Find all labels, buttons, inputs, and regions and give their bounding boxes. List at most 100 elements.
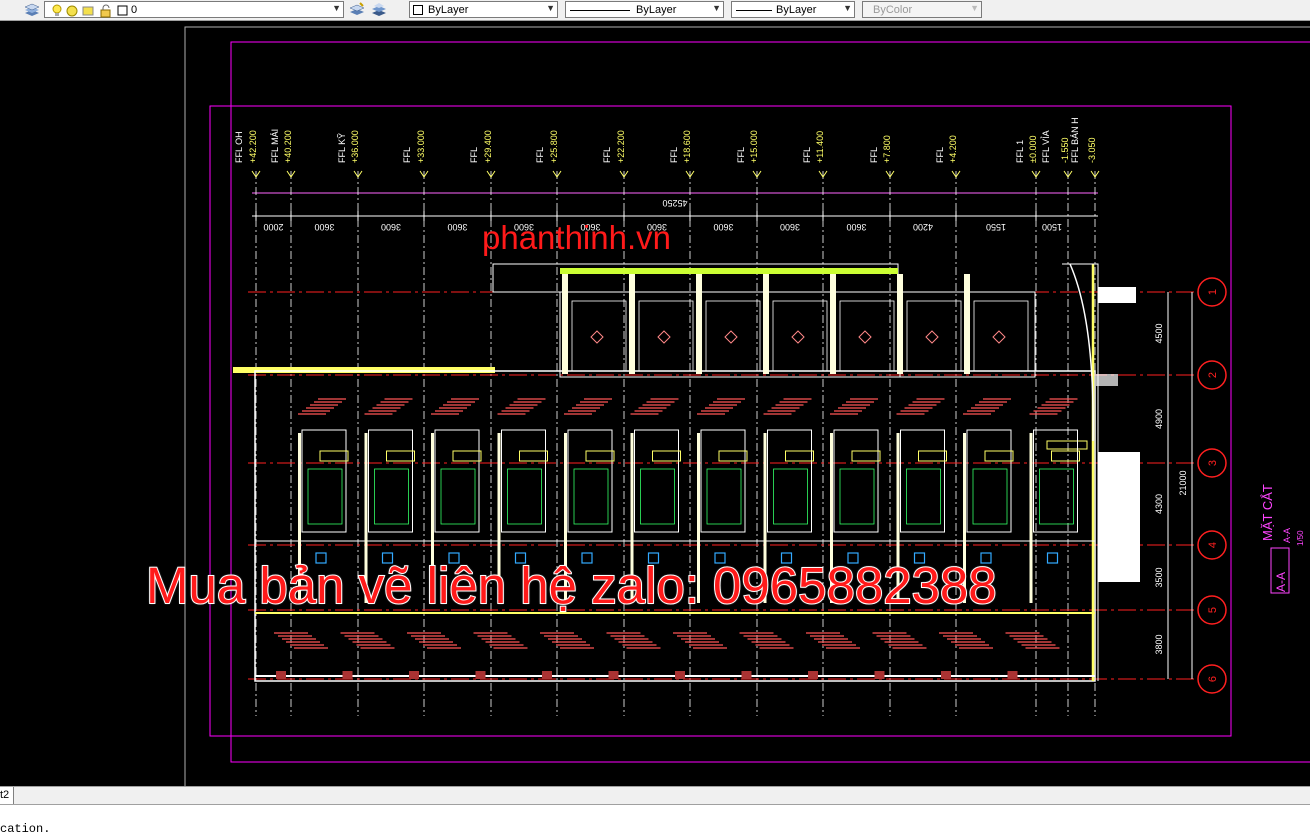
- level-label: ±0.000: [1028, 136, 1038, 163]
- building-outline: [233, 263, 1140, 682]
- room-inner: [307, 468, 343, 525]
- upper-column: [562, 274, 568, 374]
- axis-bubbles: 1 2 3 4 5 6: [1197, 277, 1227, 694]
- axis-label: 4: [1207, 542, 1219, 548]
- level-label: FFL 1: [1015, 140, 1025, 163]
- make-current-layer-icon[interactable]: [347, 1, 367, 18]
- footing: [1007, 671, 1018, 679]
- window: [585, 450, 615, 462]
- footing: [342, 671, 353, 679]
- side-dim: 4500: [1154, 323, 1164, 343]
- upper-room: [906, 300, 962, 372]
- level-label: -3.050: [1087, 137, 1097, 163]
- level-markers: FFL OH +42.200 FFL MÁI +40.200 FFL KỸ +36.000…: [234, 117, 1100, 178]
- level-label: +36.000: [350, 130, 360, 163]
- lightbulb-icon: [51, 4, 65, 18]
- linetype-sample: [570, 10, 630, 11]
- upper-column: [897, 274, 903, 374]
- upper-tag: [590, 330, 604, 344]
- unit-module: [872, 398, 947, 679]
- room-wall: [368, 429, 413, 533]
- window: [851, 450, 881, 462]
- tab-layout2[interactable]: t2: [0, 787, 15, 804]
- command-line[interactable]: cation.: [0, 804, 1310, 837]
- axis-label: 3: [1207, 460, 1219, 466]
- layer-previous-icon[interactable]: [369, 1, 389, 18]
- bay-dim: 3600: [713, 222, 733, 232]
- room-wall: [767, 429, 812, 533]
- level-label: +29.400: [483, 130, 493, 163]
- lock-icon: [99, 4, 113, 18]
- level-label: FFL BÁN H: [1070, 117, 1080, 163]
- linetype-dropdown[interactable]: ByLayer ▼: [565, 1, 724, 18]
- unit-module: [673, 398, 748, 679]
- upper-column: [629, 274, 635, 374]
- level-label: FFL: [535, 147, 545, 163]
- room-wall: [634, 429, 679, 533]
- layer-states-icon[interactable]: [22, 1, 42, 18]
- total-side-dim: 21000: [1178, 470, 1188, 495]
- bay-dim: 3600: [846, 222, 866, 232]
- level-label: FFL: [802, 147, 812, 163]
- room-wall: [900, 429, 945, 533]
- level-label: +40.200: [283, 130, 293, 163]
- room-wall: [700, 429, 746, 533]
- room-inner: [706, 468, 742, 525]
- plotstyle-dropdown[interactable]: ByColor ▼: [862, 1, 982, 18]
- linetype-value: ByLayer: [636, 4, 677, 16]
- level-label: FFL: [935, 147, 945, 163]
- room-repeats: [274, 274, 1080, 679]
- layer-color-swatch: [117, 4, 131, 18]
- level-label: +33.000: [416, 130, 426, 163]
- level-label: +4.200: [948, 135, 958, 163]
- room-wall: [1033, 429, 1078, 533]
- side-dim: 4900: [1154, 409, 1164, 429]
- color-value: ByLayer: [428, 4, 469, 16]
- layer-dropdown[interactable]: 0 ▼: [44, 1, 344, 18]
- level-label: FFL OH: [234, 131, 244, 163]
- window: [984, 450, 1014, 462]
- room-inner: [573, 468, 609, 525]
- level-label: +7.800: [882, 135, 892, 163]
- level-label: FFL: [469, 147, 479, 163]
- lineweight-dropdown[interactable]: ByLayer ▼: [731, 1, 855, 18]
- side-dim: 4300: [1154, 494, 1164, 514]
- section-title: MẶT CẮT: [1260, 484, 1275, 541]
- footing: [542, 671, 552, 679]
- window: [1051, 450, 1080, 462]
- drawing-canvas[interactable]: 45250 FFL OH +42.200 FFL MÁI +40.200 FFL KỸ +…: [0, 21, 1310, 786]
- level-label: +42.200: [248, 130, 258, 163]
- upper-room: [839, 300, 895, 372]
- layer-name: 0: [131, 4, 138, 16]
- window: [718, 450, 748, 462]
- side-dim: 3800: [1154, 634, 1164, 654]
- chevron-down-icon: ▼: [332, 3, 341, 13]
- footing: [409, 671, 419, 679]
- window: [452, 450, 482, 462]
- side-dim: 3500: [1154, 567, 1164, 587]
- footing: [941, 671, 951, 679]
- bay-dim: 3600: [780, 222, 800, 232]
- level-label: +22.200: [616, 130, 626, 163]
- chevron-down-icon: ▼: [712, 3, 721, 13]
- watermark-contact: Mua bản vẽ liên hệ zalo: 0965882388: [145, 556, 998, 615]
- footing: [874, 671, 885, 679]
- room-wall: [567, 429, 613, 533]
- footing: [608, 671, 619, 679]
- upper-room: [973, 300, 1029, 372]
- color-swatch: [413, 5, 423, 15]
- bay-dim: 1550: [986, 222, 1006, 232]
- color-dropdown[interactable]: ByLayer ▼: [409, 1, 558, 18]
- axis-label: 1: [1207, 289, 1219, 295]
- window: [785, 450, 814, 462]
- room-wall: [501, 429, 546, 533]
- upper-room: [705, 300, 761, 372]
- viewport-freeze-icon: [81, 4, 95, 18]
- upper-room: [772, 300, 828, 372]
- axis-label: 6: [1207, 676, 1219, 682]
- upper-tag: [724, 330, 738, 344]
- side-dimensions: 4500 4900 4300 3500 3800: [1154, 323, 1164, 654]
- footing: [276, 671, 286, 679]
- bay-dim: 3600: [314, 222, 334, 232]
- properties-toolbar: 0 ▼ ByLayer ▼ ByLayer ▼ ByLayer ▼ ByColo…: [0, 0, 1310, 21]
